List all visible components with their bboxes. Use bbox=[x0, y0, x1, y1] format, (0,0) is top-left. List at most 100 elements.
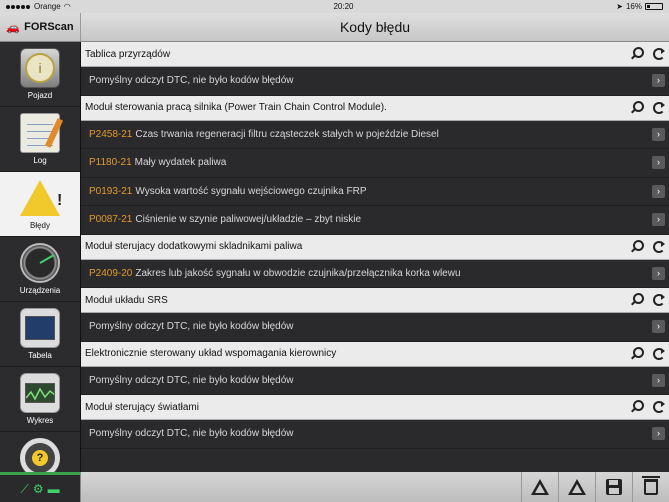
dtc-row[interactable]: P0087-21 Ciśnienie w szynie paliwowej/uk… bbox=[81, 206, 669, 235]
dtc-text: Pomyślny odczyt DTC, nie było kodów błęd… bbox=[89, 321, 294, 333]
connection-status[interactable]: ⟋ ⚙ ▬ bbox=[0, 472, 80, 502]
search-icon[interactable] bbox=[630, 346, 644, 360]
sidebar-item-label: Urządzenia bbox=[19, 286, 61, 295]
refresh-icon[interactable] bbox=[652, 101, 665, 114]
plug-icon: ⟋ bbox=[20, 481, 29, 496]
section-title: Moduł układu SRS bbox=[85, 294, 168, 306]
chevron-right-icon[interactable]: › bbox=[652, 184, 665, 198]
chevron-right-icon[interactable]: › bbox=[652, 427, 665, 440]
section-title: Moduł sterujący światłami bbox=[85, 401, 199, 413]
wifi-icon: ◠ bbox=[63, 2, 71, 11]
dtc-row[interactable]: P2409-20 Zakres lub jakość sygnału w obw… bbox=[81, 259, 669, 288]
sidebar-item-urzadzenia[interactable]: Urządzenia bbox=[0, 237, 80, 302]
section-header: Elektronicznie sterowany układ wspomagan… bbox=[81, 341, 669, 367]
search-icon[interactable] bbox=[630, 400, 644, 413]
chevron-right-icon[interactable]: › bbox=[652, 127, 665, 141]
refresh-icon[interactable] bbox=[652, 240, 665, 253]
dtc-text: Wysoka wartość sygnału wejściowego czujn… bbox=[135, 185, 367, 197]
adapter-icon: ⚙ bbox=[32, 481, 44, 496]
bottom-toolbar bbox=[80, 472, 669, 502]
dtc-code: P2458-21 bbox=[89, 128, 133, 140]
clear-dtc-button[interactable] bbox=[558, 472, 595, 502]
search-icon[interactable] bbox=[630, 47, 644, 60]
sidebar-item-label: Tabela bbox=[28, 351, 52, 360]
section-title: Moduł sterujacy dodatkowymi skladnikami … bbox=[85, 241, 303, 252]
refresh-icon[interactable] bbox=[652, 400, 665, 413]
dtc-text: Czas trwania regeneracji filtru cząstecz… bbox=[135, 128, 439, 140]
save-button[interactable] bbox=[595, 472, 632, 502]
warning-icon: ! bbox=[20, 178, 62, 218]
dtc-row[interactable]: P1180-21 Mały wydatek paliwa › bbox=[81, 149, 669, 178]
section-title: Tablica przyrządów bbox=[85, 48, 171, 60]
sidebar-item-label: Wykres bbox=[26, 416, 54, 425]
table-icon bbox=[20, 308, 60, 348]
car-icon: ▬ bbox=[47, 481, 60, 496]
chevron-right-icon[interactable]: › bbox=[652, 156, 665, 169]
sidebar-item-label: Błędy bbox=[29, 221, 50, 230]
dtc-text: Zakres lub jakość sygnału w obwodzie czu… bbox=[135, 267, 461, 279]
sidebar-item-tabela[interactable]: Tabela bbox=[0, 302, 80, 367]
chevron-right-icon[interactable]: › bbox=[652, 373, 665, 387]
dtc-row[interactable]: Pomyślny odczyt DTC, nie było kodów błęd… bbox=[81, 366, 669, 395]
sidebar: i Pojazd Log ! Błędy Urządzenia Tabela W… bbox=[0, 42, 80, 472]
search-icon[interactable] bbox=[630, 100, 644, 114]
refresh-icon[interactable] bbox=[652, 293, 665, 306]
sidebar-item-label: Log bbox=[33, 156, 47, 165]
chevron-right-icon[interactable]: › bbox=[652, 320, 665, 333]
search-icon[interactable] bbox=[630, 239, 644, 253]
sidebar-item-log[interactable]: Log bbox=[0, 107, 80, 172]
notepad-icon bbox=[20, 113, 64, 153]
chart-icon bbox=[20, 373, 60, 413]
app-header: 🚗 FORScan bbox=[0, 13, 80, 42]
sidebar-item-label: Pojazd bbox=[27, 91, 53, 100]
status-bar: Orange ◠ 20:20 ➤ 16% bbox=[0, 0, 669, 13]
delete-button[interactable] bbox=[632, 472, 669, 502]
dtc-code: P0193-21 bbox=[89, 185, 133, 197]
sidebar-item-pojazd[interactable]: i Pojazd bbox=[0, 42, 80, 107]
warning-read-icon bbox=[531, 479, 549, 495]
trash-icon bbox=[642, 476, 660, 495]
chevron-right-icon[interactable]: › bbox=[652, 266, 665, 280]
section-header: Moduł sterujący światłami bbox=[81, 395, 669, 420]
meter-icon bbox=[20, 243, 60, 283]
dtc-row[interactable]: Pomyślny odczyt DTC, nie było kodów błęd… bbox=[81, 67, 669, 96]
section-title: Elektronicznie sterowany układ wspomagan… bbox=[85, 348, 337, 359]
dtc-text: Pomyślny odczyt DTC, nie było kodów błęd… bbox=[89, 428, 294, 440]
dtc-code: P0087-21 bbox=[89, 214, 133, 226]
section-header: Tablica przyrządów bbox=[81, 42, 669, 67]
dtc-row[interactable]: P0193-21 Wysoka wartość sygnału wejściow… bbox=[81, 177, 669, 206]
navigation-bar: Kody błędu bbox=[80, 13, 669, 42]
section-header: Moduł sterujacy dodatkowymi skladnikami … bbox=[81, 234, 669, 260]
read-dtc-button[interactable] bbox=[521, 472, 558, 502]
sidebar-item-bledy[interactable]: ! Błędy bbox=[0, 172, 80, 237]
battery-icon bbox=[644, 3, 663, 10]
dtc-row[interactable]: P2458-21 Czas trwania regeneracji filtru… bbox=[81, 120, 669, 149]
clock: 20:20 bbox=[333, 2, 354, 11]
location-icon: ➤ bbox=[616, 2, 623, 11]
dtc-code: P1180-21 bbox=[89, 157, 132, 169]
sidebar-item-wykres[interactable]: Wykres bbox=[0, 367, 80, 432]
section-header: Moduł układu SRS bbox=[81, 288, 669, 313]
dtc-list: Tablica przyrządów Pomyślny odczyt DTC, … bbox=[80, 42, 669, 472]
refresh-icon[interactable] bbox=[652, 47, 665, 60]
steering-wheel-icon: ? bbox=[20, 438, 60, 472]
sidebar-item-steering[interactable]: ? bbox=[0, 432, 80, 472]
chevron-right-icon[interactable]: › bbox=[652, 74, 665, 87]
signal-icon bbox=[6, 2, 31, 11]
car-logo-icon: 🚗 bbox=[6, 21, 21, 34]
refresh-icon[interactable] bbox=[652, 347, 665, 360]
search-icon[interactable] bbox=[630, 293, 644, 306]
section-header: Moduł sterowania pracą silnika (Power Tr… bbox=[81, 95, 669, 121]
dtc-row[interactable]: Pomyślny odczyt DTC, nie było kodów błęd… bbox=[81, 313, 669, 342]
carrier-label: Orange bbox=[34, 2, 61, 11]
dtc-text: Ciśnienie w szynie paliwowej/układzie – … bbox=[135, 214, 362, 226]
dtc-row[interactable]: Pomyślny odczyt DTC, nie było kodów błęd… bbox=[81, 420, 669, 449]
warning-clear-icon bbox=[568, 479, 586, 495]
gauge-icon: i bbox=[20, 48, 60, 88]
dtc-text: Pomyślny odczyt DTC, nie było kodów błęd… bbox=[89, 75, 294, 87]
dtc-text: Mały wydatek paliwa bbox=[134, 157, 227, 169]
battery-percent: 16% bbox=[625, 2, 642, 11]
dtc-text: Pomyślny odczyt DTC, nie było kodów błęd… bbox=[89, 374, 294, 386]
section-title: Moduł sterowania pracą silnika (Power Tr… bbox=[85, 102, 387, 113]
chevron-right-icon[interactable]: › bbox=[652, 213, 665, 226]
